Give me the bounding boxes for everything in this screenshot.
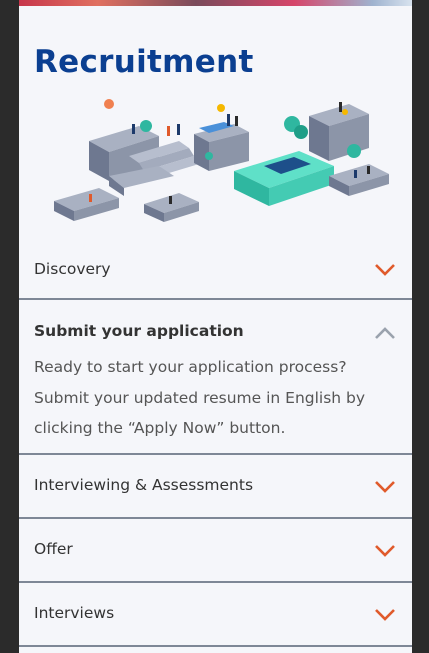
chevron-down-icon <box>375 481 395 493</box>
accordion-item-discovery[interactable]: Discovery <box>19 246 412 298</box>
accordion-item-submit-application[interactable]: Submit your application <box>19 300 412 360</box>
accordion-item-label: Discovery <box>34 260 111 278</box>
accordion-item-offer[interactable]: Offer <box>19 519 412 581</box>
chevron-down-icon <box>375 609 395 621</box>
page-title: Recruitment <box>34 44 254 80</box>
accordion-divider <box>19 645 412 647</box>
chevron-down-icon <box>375 264 395 276</box>
accordion-item-body: Ready to start your application process?… <box>34 358 366 437</box>
accordion-item-label: Interviewing & Assessments <box>34 476 254 494</box>
accordion-item-interviews[interactable]: Interviews <box>19 583 412 645</box>
accordion-item-interviewing-assessments[interactable]: Interviewing & Assessments <box>19 455 412 517</box>
accordion-item-label: Interviews <box>34 604 115 622</box>
chevron-down-icon <box>375 545 395 557</box>
accordion-item-label: Offer <box>34 540 73 558</box>
accordion-item-label: Submit your application <box>34 322 244 340</box>
recruitment-panel: Recruitment Discovery Submit your applic… <box>19 6 412 653</box>
recruitment-illustration <box>54 99 389 222</box>
chevron-up-icon <box>375 327 395 339</box>
